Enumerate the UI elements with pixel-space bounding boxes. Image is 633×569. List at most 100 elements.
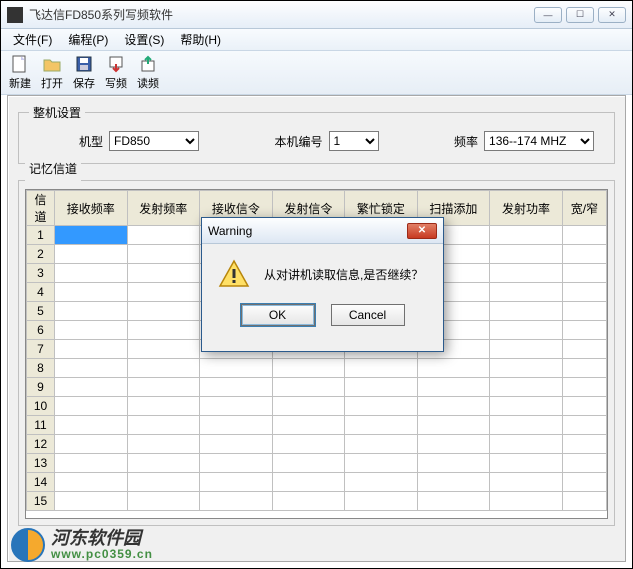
- cell[interactable]: [127, 264, 200, 283]
- row-header[interactable]: 14: [27, 473, 55, 492]
- table-row[interactable]: 12: [27, 435, 607, 454]
- cell[interactable]: [55, 454, 128, 473]
- row-header[interactable]: 12: [27, 435, 55, 454]
- cell[interactable]: [490, 245, 563, 264]
- cell[interactable]: [127, 283, 200, 302]
- cell[interactable]: [562, 302, 606, 321]
- cell[interactable]: [55, 245, 128, 264]
- cell[interactable]: [127, 416, 200, 435]
- cell[interactable]: [490, 454, 563, 473]
- cell[interactable]: [562, 245, 606, 264]
- cell[interactable]: [417, 416, 490, 435]
- cell[interactable]: [272, 435, 345, 454]
- cell[interactable]: [55, 264, 128, 283]
- cell[interactable]: [272, 397, 345, 416]
- new-button[interactable]: 新建: [7, 52, 33, 93]
- cell[interactable]: [490, 359, 563, 378]
- cell[interactable]: [272, 378, 345, 397]
- maximize-button[interactable]: ☐: [566, 7, 594, 23]
- cell[interactable]: [200, 492, 273, 511]
- cell[interactable]: [417, 359, 490, 378]
- cell[interactable]: [272, 416, 345, 435]
- cell[interactable]: [200, 378, 273, 397]
- ok-button[interactable]: OK: [241, 304, 315, 326]
- row-header[interactable]: 5: [27, 302, 55, 321]
- cell[interactable]: [562, 416, 606, 435]
- cell[interactable]: [490, 264, 563, 283]
- cell[interactable]: [345, 435, 418, 454]
- cell[interactable]: [127, 226, 200, 245]
- cell[interactable]: [345, 359, 418, 378]
- cell[interactable]: [562, 283, 606, 302]
- cell[interactable]: [127, 492, 200, 511]
- cell[interactable]: [490, 435, 563, 454]
- cell[interactable]: [490, 340, 563, 359]
- col-header[interactable]: 发射频率: [127, 191, 200, 226]
- cell[interactable]: [345, 454, 418, 473]
- table-row[interactable]: 14: [27, 473, 607, 492]
- cell[interactable]: [345, 492, 418, 511]
- dialog-close-button[interactable]: ✕: [407, 223, 437, 239]
- menu-file[interactable]: 文件(F): [5, 29, 60, 50]
- cell[interactable]: [127, 397, 200, 416]
- table-row[interactable]: 15: [27, 492, 607, 511]
- open-button[interactable]: 打开: [39, 52, 65, 93]
- cell[interactable]: [127, 302, 200, 321]
- cell[interactable]: [562, 378, 606, 397]
- cell[interactable]: [200, 454, 273, 473]
- cell[interactable]: [272, 359, 345, 378]
- row-header[interactable]: 8: [27, 359, 55, 378]
- cell[interactable]: [55, 397, 128, 416]
- cell[interactable]: [55, 473, 128, 492]
- cancel-button[interactable]: Cancel: [331, 304, 405, 326]
- cell[interactable]: [417, 378, 490, 397]
- cell[interactable]: [490, 321, 563, 340]
- cell[interactable]: [200, 435, 273, 454]
- row-header[interactable]: 4: [27, 283, 55, 302]
- col-header[interactable]: 发射功率: [490, 191, 563, 226]
- col-header[interactable]: 接收频率: [55, 191, 128, 226]
- read-freq-button[interactable]: 读频: [135, 52, 161, 93]
- cell[interactable]: [55, 378, 128, 397]
- menu-help[interactable]: 帮助(H): [172, 29, 229, 50]
- cell[interactable]: [55, 302, 128, 321]
- cell[interactable]: [200, 473, 273, 492]
- cell[interactable]: [562, 226, 606, 245]
- cell[interactable]: [417, 473, 490, 492]
- freq-select[interactable]: 136--174 MHZ: [484, 131, 594, 151]
- cell[interactable]: [490, 492, 563, 511]
- cell[interactable]: [55, 283, 128, 302]
- table-row[interactable]: 11: [27, 416, 607, 435]
- cell[interactable]: [200, 416, 273, 435]
- menu-program[interactable]: 编程(P): [60, 29, 116, 50]
- cell[interactable]: [417, 435, 490, 454]
- cell[interactable]: [417, 492, 490, 511]
- row-header[interactable]: 11: [27, 416, 55, 435]
- minimize-button[interactable]: —: [534, 7, 562, 23]
- cell[interactable]: [127, 359, 200, 378]
- table-row[interactable]: 10: [27, 397, 607, 416]
- row-header[interactable]: 7: [27, 340, 55, 359]
- table-row[interactable]: 9: [27, 378, 607, 397]
- cell[interactable]: [200, 359, 273, 378]
- cell[interactable]: [562, 321, 606, 340]
- row-header[interactable]: 2: [27, 245, 55, 264]
- cell[interactable]: [127, 454, 200, 473]
- cell[interactable]: [127, 473, 200, 492]
- num-select[interactable]: 1: [329, 131, 379, 151]
- cell[interactable]: [127, 435, 200, 454]
- cell[interactable]: [55, 359, 128, 378]
- cell[interactable]: [55, 435, 128, 454]
- cell[interactable]: [345, 416, 418, 435]
- write-freq-button[interactable]: 写频: [103, 52, 129, 93]
- row-header[interactable]: 10: [27, 397, 55, 416]
- cell[interactable]: [490, 302, 563, 321]
- cell[interactable]: [562, 492, 606, 511]
- table-row[interactable]: 13: [27, 454, 607, 473]
- cell[interactable]: [417, 397, 490, 416]
- cell[interactable]: [272, 454, 345, 473]
- cell[interactable]: [345, 378, 418, 397]
- col-header[interactable]: 信道: [27, 191, 55, 226]
- cell[interactable]: [562, 340, 606, 359]
- cell[interactable]: [490, 397, 563, 416]
